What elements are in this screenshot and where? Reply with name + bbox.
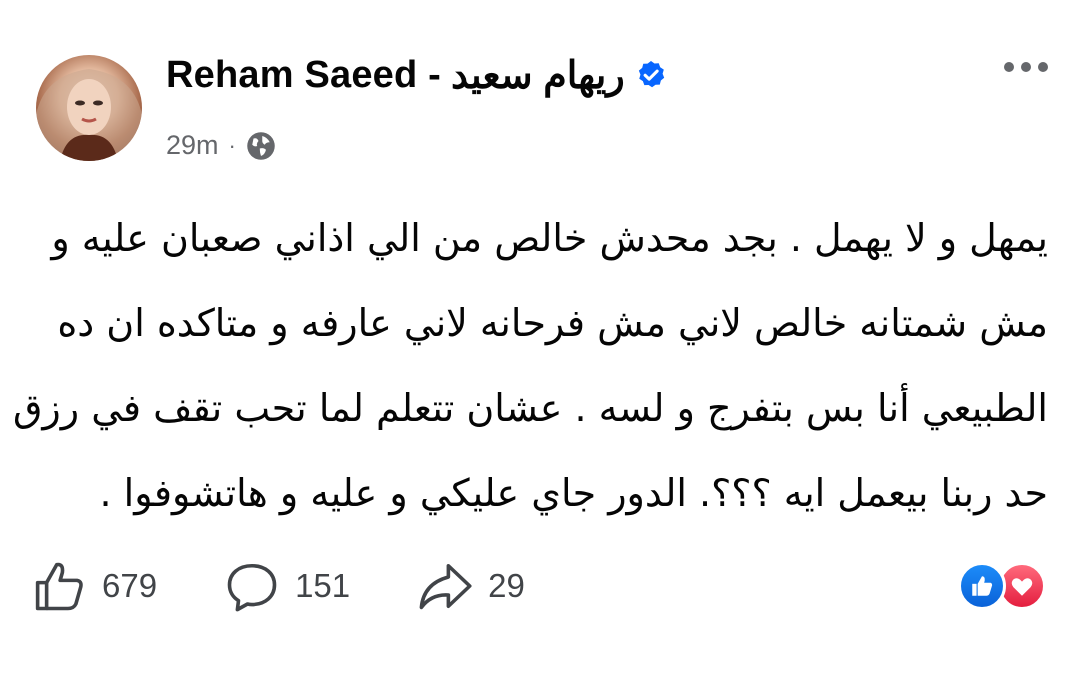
post-meta: 29m · [166, 130, 276, 161]
avatar-portrait-graphic [36, 69, 142, 161]
dot-icon [1021, 62, 1031, 72]
share-count: 29 [488, 567, 525, 604]
globe-icon[interactable] [246, 131, 276, 161]
share-arrow-icon [419, 563, 472, 610]
dot-icon [1004, 62, 1014, 72]
like-reaction-icon [958, 562, 1006, 610]
post-text-line: يمهل و لا يهمل . بجد محدش خالص من الي اذ… [51, 216, 1048, 260]
reaction-summary[interactable] [958, 562, 1050, 610]
author-name-arabic[interactable]: ريهام سعيد [451, 53, 625, 98]
verified-badge-icon [638, 61, 664, 88]
like-count: 679 [102, 567, 158, 604]
facebook-post: Reham Saeed - ريهام سعيد 29m · يمهل و لا… [0, 0, 1080, 673]
post-text-line: حد ربنا بيعمل ايه ؟؟؟. الدور جاي عليكي و… [99, 471, 1049, 515]
post-actions: 679 151 29 [32, 558, 593, 614]
meta-separator: · [228, 132, 236, 158]
comment-bubble-icon [227, 563, 277, 612]
post-text-line: الطبيعي أنا بس بتفرج و لسه . عشان تتعلم … [12, 386, 1048, 430]
like-button[interactable]: 679 [32, 559, 157, 613]
more-options-button[interactable] [1004, 62, 1048, 72]
dot-icon [1038, 62, 1048, 72]
post-text-line: مش شمتانه خالص لاني مش فرحانه لاني عارفه… [57, 301, 1048, 345]
post-timestamp[interactable]: 29m [166, 130, 219, 161]
thumbs-up-icon [972, 576, 993, 596]
author-avatar[interactable] [36, 55, 142, 161]
thumbs-up-icon [35, 562, 83, 611]
author-name-latin[interactable]: Reham Saeed - [166, 54, 441, 97]
share-button[interactable]: 29 [418, 559, 525, 613]
comment-button[interactable]: 151 [225, 559, 350, 613]
heart-icon [1011, 578, 1033, 596]
author-name[interactable]: Reham Saeed - ريهام سعيد [166, 52, 667, 98]
comment-count: 151 [295, 567, 351, 604]
post-body: يمهل و لا يهمل . بجد محدش خالص من الي اذ… [12, 196, 1049, 536]
